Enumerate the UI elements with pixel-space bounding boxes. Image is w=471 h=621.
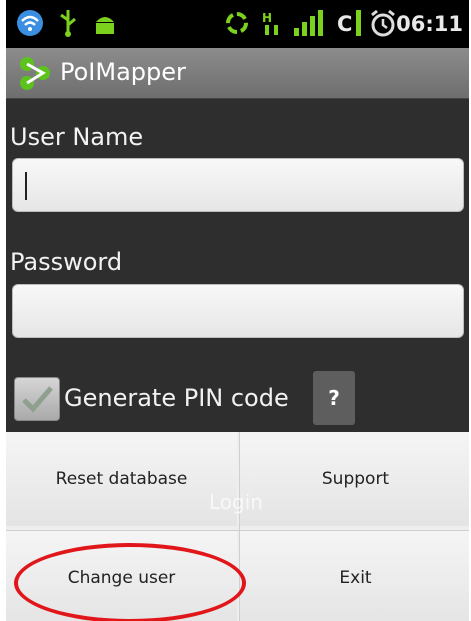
carrier-letter: C: [337, 12, 353, 36]
change-user-button[interactable]: Change user: [6, 531, 237, 621]
android-icon: [92, 12, 118, 40]
generate-pin-label: Generate PIN code: [64, 384, 289, 412]
login-button-ghost: Login: [209, 490, 263, 514]
support-button[interactable]: Support: [240, 432, 469, 526]
menu-divider-vertical: [239, 432, 240, 621]
reset-database-label: Reset database: [55, 469, 188, 489]
change-user-label: Change user: [67, 568, 176, 588]
phone-screen: H C 06:11 PoIMapper User Name Password G…: [6, 0, 469, 621]
help-button[interactable]: ?: [313, 371, 355, 425]
exit-label: Exit: [339, 568, 372, 588]
battery-icon: [355, 8, 363, 42]
clock-time: 06:11: [396, 12, 463, 36]
support-label: Support: [321, 469, 390, 489]
checkmark-icon: [22, 386, 53, 413]
sync-icon: [224, 10, 250, 40]
generate-pin-checkbox[interactable]: [14, 377, 60, 421]
poimapper-logo-icon: [16, 54, 54, 96]
app-title: PoIMapper: [60, 58, 186, 86]
status-bar: H C 06:11: [6, 0, 469, 48]
data-arrows-icon: H: [262, 8, 284, 42]
text-cursor: [25, 172, 27, 200]
password-field[interactable]: [12, 284, 464, 338]
wifi-icon: [16, 6, 44, 44]
usb-icon: [56, 8, 80, 42]
options-menu: Reset database Support Change user Exit: [6, 432, 469, 621]
exit-button[interactable]: Exit: [240, 531, 469, 621]
username-label: User Name: [10, 123, 144, 151]
signal-icon: [292, 8, 326, 42]
menu-divider-horizontal: [6, 530, 469, 531]
password-label: Password: [10, 248, 123, 276]
alarm-icon: [368, 8, 398, 42]
svg-text:H: H: [262, 11, 272, 25]
app-title-bar: PoIMapper: [6, 48, 469, 99]
reset-database-button[interactable]: Reset database: [6, 432, 237, 526]
username-field[interactable]: [12, 158, 464, 212]
